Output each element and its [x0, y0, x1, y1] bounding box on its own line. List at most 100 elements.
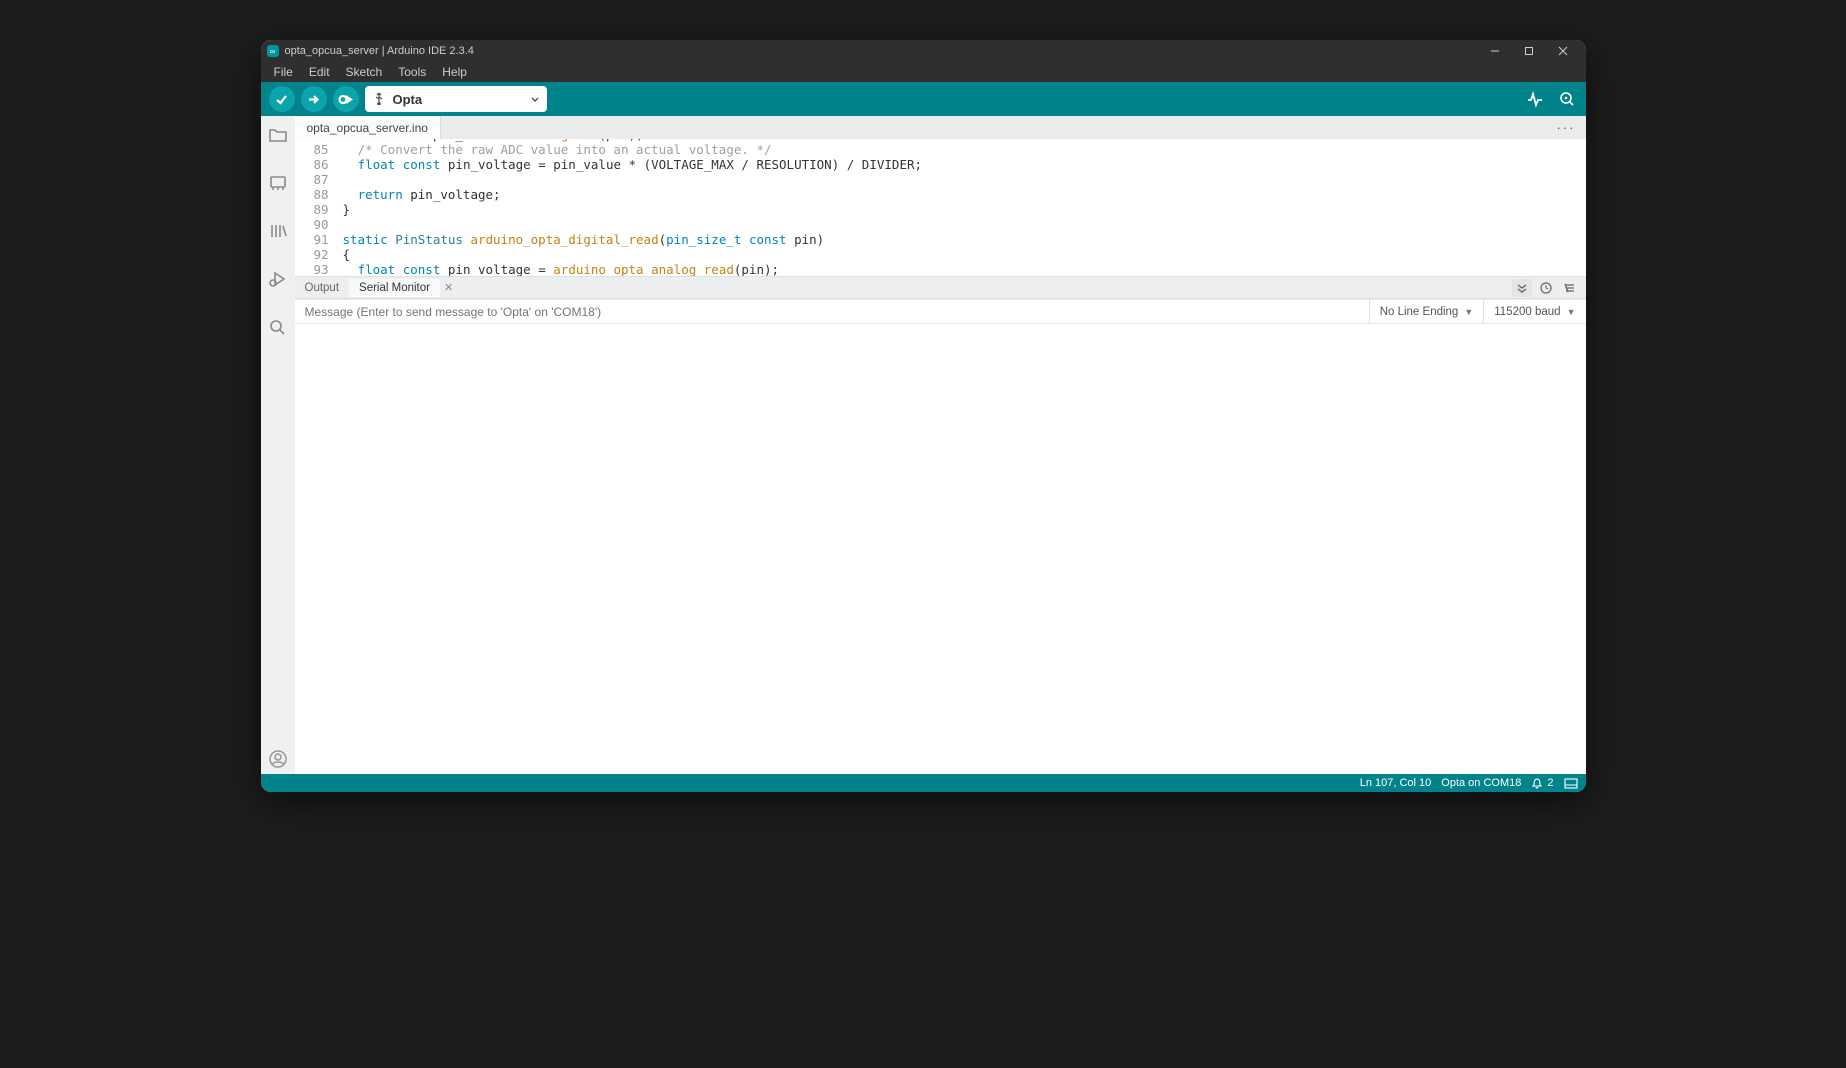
- line-ending-selector[interactable]: No Line Ending ▼: [1369, 300, 1484, 323]
- verify-button[interactable]: [269, 86, 295, 112]
- statusbar: Ln 107, Col 10 Opta on COM18 2: [261, 774, 1586, 792]
- code-text: {: [343, 247, 351, 262]
- status-panel-toggle[interactable]: [1564, 778, 1578, 789]
- status-port[interactable]: Opta on COM18: [1441, 777, 1521, 789]
- editor-tab-label: opta_opcua_server.ino: [307, 121, 428, 135]
- code-line: 87: [295, 172, 1586, 187]
- sidebar-library-manager[interactable]: [261, 216, 295, 246]
- serial-message-input[interactable]: [295, 300, 1369, 323]
- window-title: opta_opcua_server | Arduino IDE 2.3.4: [285, 45, 474, 57]
- panel-scroll-button[interactable]: [1512, 279, 1532, 297]
- debug-button[interactable]: [333, 86, 359, 112]
- upload-button[interactable]: [301, 86, 327, 112]
- menu-sketch[interactable]: Sketch: [339, 63, 390, 81]
- code-text: return pin_voltage;: [343, 187, 501, 202]
- panel-tab-close[interactable]: ✕: [440, 281, 457, 294]
- code-text: static PinStatus arduino_opta_digital_re…: [343, 232, 825, 247]
- code-line: 85 /* Convert the raw ADC value into an …: [295, 142, 1586, 157]
- sidebar-search[interactable]: [261, 312, 295, 342]
- user-icon: [268, 749, 288, 769]
- line-number: 92: [295, 247, 343, 262]
- code-text: float const pin_voltage = arduino_opta_a…: [343, 262, 780, 277]
- serial-plotter-button[interactable]: [1524, 88, 1546, 110]
- editor-tab-overflow[interactable]: ···: [1547, 116, 1586, 139]
- code-editor[interactable]: 84 int const pin_value = analogRead(pin)…: [295, 139, 1586, 277]
- arrow-right-icon: [306, 92, 321, 107]
- menu-tools[interactable]: Tools: [391, 63, 433, 81]
- panel-tab-serial-label: Serial Monitor: [359, 282, 430, 294]
- app-logo-icon: ∞: [267, 45, 279, 57]
- editor-tab[interactable]: opta_opcua_server.ino: [295, 116, 441, 139]
- library-icon: [268, 222, 288, 240]
- sidebar: [261, 116, 295, 774]
- chevron-down-icon: [531, 92, 539, 107]
- code-line: 91static PinStatus arduino_opta_digital_…: [295, 232, 1586, 247]
- board-selector[interactable]: Opta: [365, 86, 547, 112]
- pulse-icon: [1526, 90, 1544, 108]
- code-line: 88 return pin_voltage;: [295, 187, 1586, 202]
- magnifier-icon: [1558, 90, 1576, 108]
- status-cursor[interactable]: Ln 107, Col 10: [1360, 777, 1432, 789]
- line-number: 87: [295, 172, 343, 187]
- board-name: Opta: [393, 92, 423, 107]
- chevron-down-icon: ▼: [1464, 307, 1473, 317]
- code-text: float const pin_voltage = pin_value * (V…: [343, 157, 923, 172]
- folder-icon: [268, 126, 288, 144]
- main-area: opta_opcua_server.ino ··· 84 int const p…: [295, 116, 1586, 774]
- menu-help[interactable]: Help: [435, 63, 474, 81]
- search-icon: [268, 318, 288, 336]
- debug-icon: [268, 270, 288, 288]
- board-icon: [268, 174, 288, 192]
- sidebar-sketchbook[interactable]: [261, 120, 295, 150]
- baud-rate-selector[interactable]: 115200 baud ▼: [1483, 300, 1585, 323]
- panel-clear-button[interactable]: [1560, 279, 1580, 297]
- line-number: 90: [295, 217, 343, 232]
- panel-timestamp-button[interactable]: [1536, 279, 1556, 297]
- minimize-icon: [1490, 46, 1500, 56]
- line-number: 91: [295, 232, 343, 247]
- code-line: 93 float const pin_voltage = arduino_opt…: [295, 262, 1586, 277]
- app-window: ∞ opta_opcua_server | Arduino IDE 2.3.4 …: [261, 40, 1586, 792]
- serial-output[interactable]: [295, 324, 1586, 774]
- titlebar: ∞ opta_opcua_server | Arduino IDE 2.3.4: [261, 40, 1586, 62]
- panel-tab-output[interactable]: Output: [295, 279, 350, 297]
- code-line: 89}: [295, 202, 1586, 217]
- notif-count: 2: [1547, 777, 1553, 789]
- panel-icon: [1564, 778, 1578, 789]
- menu-edit[interactable]: Edit: [302, 63, 337, 81]
- baud-rate-label: 115200 baud: [1494, 306, 1560, 318]
- line-ending-label: No Line Ending: [1380, 306, 1459, 318]
- usb-icon: [373, 91, 385, 108]
- close-button[interactable]: [1546, 40, 1580, 62]
- panel-tab-serial-monitor[interactable]: Serial Monitor: [349, 279, 440, 297]
- clock-icon: [1540, 282, 1552, 294]
- debug-play-icon: [338, 92, 353, 107]
- bell-icon: [1531, 777, 1543, 789]
- sidebar-account[interactable]: [261, 744, 295, 774]
- menu-file[interactable]: File: [267, 63, 300, 81]
- double-chevron-down-icon: [1516, 282, 1528, 294]
- line-number: 88: [295, 187, 343, 202]
- panel-tabrow: Output Serial Monitor ✕: [295, 277, 1586, 299]
- code-text: /* Convert the raw ADC value into an act…: [343, 142, 772, 157]
- toolbar: Opta: [261, 82, 1586, 116]
- status-notifications[interactable]: 2: [1531, 777, 1553, 789]
- code-line: 86 float const pin_voltage = pin_value *…: [295, 157, 1586, 172]
- code-text: }: [343, 202, 351, 217]
- clear-icon: [1564, 282, 1576, 294]
- sidebar-debug[interactable]: [261, 264, 295, 294]
- code-line: 92{: [295, 247, 1586, 262]
- serial-input-row: No Line Ending ▼ 115200 baud ▼: [295, 299, 1586, 324]
- minimize-button[interactable]: [1478, 40, 1512, 62]
- line-number: 93: [295, 262, 343, 277]
- line-number: 89: [295, 202, 343, 217]
- sidebar-boards-manager[interactable]: [261, 168, 295, 198]
- maximize-icon: [1524, 46, 1534, 56]
- editor-tabrow: opta_opcua_server.ino ···: [295, 116, 1586, 139]
- check-icon: [274, 92, 289, 107]
- serial-monitor-button[interactable]: [1556, 88, 1578, 110]
- line-number: 85: [295, 142, 343, 157]
- body-area: opta_opcua_server.ino ··· 84 int const p…: [261, 116, 1586, 774]
- code-line: 90: [295, 217, 1586, 232]
- maximize-button[interactable]: [1512, 40, 1546, 62]
